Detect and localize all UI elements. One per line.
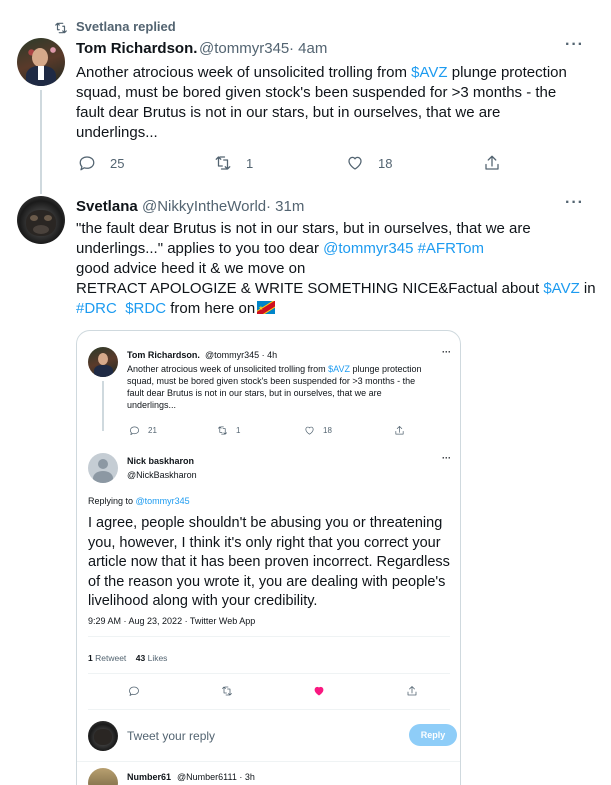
- cashtag-rdc[interactable]: $RDC: [125, 300, 166, 317]
- embed-t1-handle: @tommyr345 · 4h: [205, 350, 278, 360]
- embed-t2-retweet-icon: [221, 685, 233, 697]
- tweet1-like-button[interactable]: 18: [346, 154, 392, 172]
- embed-avatar-number61: [88, 768, 118, 785]
- replied-context-label[interactable]: Svetlana replied: [76, 19, 176, 34]
- embed-t1-text: Another atrocious week of unsolicited tr…: [127, 364, 422, 410]
- tweet1-retweet-button[interactable]: 1: [214, 154, 253, 172]
- embed-t1-likes: 18: [304, 425, 332, 436]
- share-icon: [485, 155, 499, 170]
- avatar-tom-richardson[interactable]: [17, 38, 65, 86]
- embed-t2-handle: @NickBaskharon: [127, 470, 197, 480]
- embed-t1-more-icon: ···: [442, 347, 451, 357]
- tweet1-reply-button[interactable]: 25: [78, 154, 124, 172]
- embed-t1-replies: 21: [129, 425, 157, 436]
- share-icon: [395, 426, 404, 435]
- embed-t2-reply-icon: [128, 685, 140, 697]
- embed-t3-name: Number61: [127, 772, 172, 782]
- reply-icon: [130, 426, 139, 435]
- embed-reply-input: Tweet your reply: [127, 729, 216, 743]
- mention-tommyr345[interactable]: @tommyr345: [323, 240, 413, 257]
- drc-flag-icon: [257, 301, 276, 314]
- tweet1-more-icon[interactable]: ···: [565, 36, 584, 54]
- embed-t2-share-icon: [406, 685, 418, 697]
- embed-t2-more-icon: ···: [442, 453, 451, 463]
- embed-t2-like-filled-icon: [313, 685, 325, 697]
- embed-avatar-tom-richardson: [88, 347, 118, 377]
- embed-reply-button: Reply: [409, 724, 457, 746]
- retweet-icon: [215, 156, 231, 170]
- embed-replying-to: Replying to @tommyr345: [88, 496, 190, 506]
- tweet1-share-button[interactable]: [483, 154, 501, 172]
- tweet2-time[interactable]: · 31m: [266, 198, 304, 215]
- embed-t2-stats: 1 Retweet 43 Likes: [88, 653, 168, 663]
- embedded-screenshot-image[interactable]: Tom Richardson. @tommyr345 · 4h ··· Anot…: [76, 330, 461, 785]
- tweet1-cashtag-avz[interactable]: $AVZ: [411, 64, 447, 81]
- tweet2-handle[interactable]: @NikkyIntheWorld: [142, 198, 266, 215]
- embed-t1-share: [394, 425, 405, 436]
- embed-t2-text: I agree, people shouldn't be abusing you…: [88, 515, 450, 609]
- embed-t3-handle: @Number6111 · 3h: [177, 772, 255, 782]
- avatar-svetlana[interactable]: [17, 196, 65, 244]
- hashtag-drc[interactable]: #DRC: [76, 300, 117, 317]
- retweet-icon: [218, 426, 227, 435]
- embed-t1-name: Tom Richardson.: [127, 350, 200, 360]
- heart-icon: [305, 426, 314, 435]
- tweet1-handle[interactable]: @tommyr345: [199, 40, 289, 57]
- reply-icon: [79, 156, 95, 171]
- embed-avatar-nick-baskharon: [88, 453, 118, 483]
- embed-t1-retweets: 1: [217, 425, 240, 436]
- tweet1-time[interactable]: · 4am: [289, 40, 327, 57]
- embed-reply-avatar: [88, 721, 118, 751]
- thread-line: [40, 90, 42, 194]
- cashtag-avz[interactable]: $AVZ: [543, 280, 579, 297]
- tweet2-text: "the fault dear Brutus is not in our sta…: [76, 219, 596, 319]
- tweet1-text: Another atrocious week of unsolicited tr…: [76, 64, 567, 141]
- embed-t2-name: Nick baskharon: [127, 456, 195, 466]
- retweet-context-icon: [54, 21, 68, 34]
- tweet2-author-name[interactable]: Svetlana: [76, 198, 138, 215]
- hashtag-afrtom[interactable]: #AFRTom: [418, 240, 484, 257]
- embed-thread-line: [102, 381, 104, 431]
- tweet2-more-icon[interactable]: ···: [565, 194, 584, 212]
- embed-t2-meta: 9:29 AM · Aug 23, 2022 · Twitter Web App: [88, 616, 256, 626]
- heart-icon: [348, 156, 362, 170]
- tweet1-author-name[interactable]: Tom Richardson.: [76, 40, 197, 57]
